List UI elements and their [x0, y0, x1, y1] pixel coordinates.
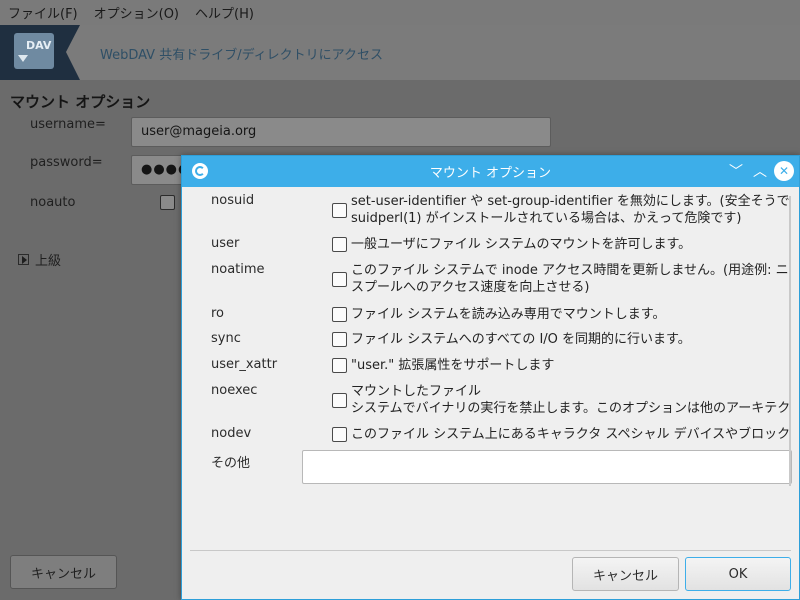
option-checkbox[interactable] — [332, 332, 347, 347]
dav-logo-text: DAV — [26, 39, 52, 52]
mount-options-dialog: マウント オプション ﹀ ︿ ✕ nosuid set-user-identif… — [181, 155, 800, 600]
cancel-button[interactable]: キャンセル — [572, 557, 679, 591]
option-checkbox[interactable] — [332, 203, 347, 218]
option-description: set-user-identifier や set-group-identifi… — [351, 194, 790, 226]
option-name: nosuid — [211, 193, 255, 208]
option-description: このファイル システム上にあるキャラクタ スペシャル デバイスやブロック — [351, 427, 791, 442]
menu-options[interactable]: オプション(O) — [86, 3, 187, 22]
option-name: sync — [211, 331, 241, 346]
option-description: ファイル システムを読み込み専用でマウントします。 — [351, 307, 666, 322]
close-icon[interactable]: ✕ — [774, 161, 794, 181]
section-title: マウント オプション — [10, 93, 151, 111]
option-checkbox[interactable] — [332, 307, 347, 322]
option-checkbox[interactable] — [332, 393, 347, 408]
option-name: noatime — [211, 262, 265, 277]
advanced-expander[interactable]: 上級 — [18, 250, 61, 269]
username-label: username= — [30, 117, 106, 132]
option-description: ファイル システムへのすべての I/O を同期的に行います。 — [351, 332, 691, 347]
banner-logo: DAV — [0, 25, 80, 80]
option-description: このファイル システムで inode アクセス時間を更新しません。(用途例: ニ… — [351, 263, 789, 295]
app-icon — [192, 163, 208, 179]
option-checkbox[interactable] — [332, 237, 347, 252]
other-label: その他 — [211, 456, 251, 471]
chevron-up-icon[interactable]: ︿ — [750, 161, 770, 181]
advanced-label: 上級 — [35, 254, 62, 269]
menu-file[interactable]: ファイル(F) — [0, 3, 86, 22]
option-name: ro — [211, 306, 225, 321]
password-label: password= — [30, 155, 103, 170]
menubar: ファイル(F) オプション(O) ヘルプ(H) — [0, 0, 800, 25]
option-name: user — [211, 236, 240, 251]
dialog-titlebar: マウント オプション ﹀ ︿ ✕ — [182, 156, 799, 187]
dialog-title: マウント オプション — [429, 166, 552, 181]
main-cancel-button[interactable]: キャンセル — [10, 555, 117, 589]
divider — [190, 550, 791, 551]
dav-folder-icon: DAV — [14, 33, 54, 69]
option-name: user_xattr — [211, 357, 278, 372]
other-options-input[interactable] — [302, 450, 792, 484]
option-description: マウントしたファイル システムでバイナリの実行を禁止します。このオプションは他のア… — [351, 384, 791, 416]
noauto-label: noauto — [30, 195, 76, 210]
noauto-checkbox[interactable] — [160, 195, 175, 210]
scrollbar[interactable] — [789, 196, 791, 486]
menu-help[interactable]: ヘルプ(H) — [187, 3, 262, 22]
chevron-down-icon[interactable]: ﹀ — [726, 161, 746, 181]
option-checkbox[interactable] — [332, 427, 347, 442]
expand-arrow-icon — [18, 254, 29, 265]
option-description: 一般ユーザにファイル システムのマウントを許可します。 — [351, 237, 692, 252]
option-name: nodev — [211, 426, 252, 441]
option-description: "user." 拡張属性をサポートします — [351, 358, 555, 373]
banner-title: WebDAV 共有ドライブ/ディレクトリにアクセス — [100, 48, 384, 63]
option-name: noexec — [211, 383, 258, 398]
option-checkbox[interactable] — [332, 272, 347, 287]
username-input[interactable]: user@mageia.org — [131, 117, 551, 147]
banner: DAV WebDAV 共有ドライブ/ディレクトリにアクセス — [0, 25, 800, 80]
ok-button[interactable]: OK — [685, 557, 791, 591]
download-arrow-icon — [18, 55, 28, 62]
option-checkbox[interactable] — [332, 358, 347, 373]
